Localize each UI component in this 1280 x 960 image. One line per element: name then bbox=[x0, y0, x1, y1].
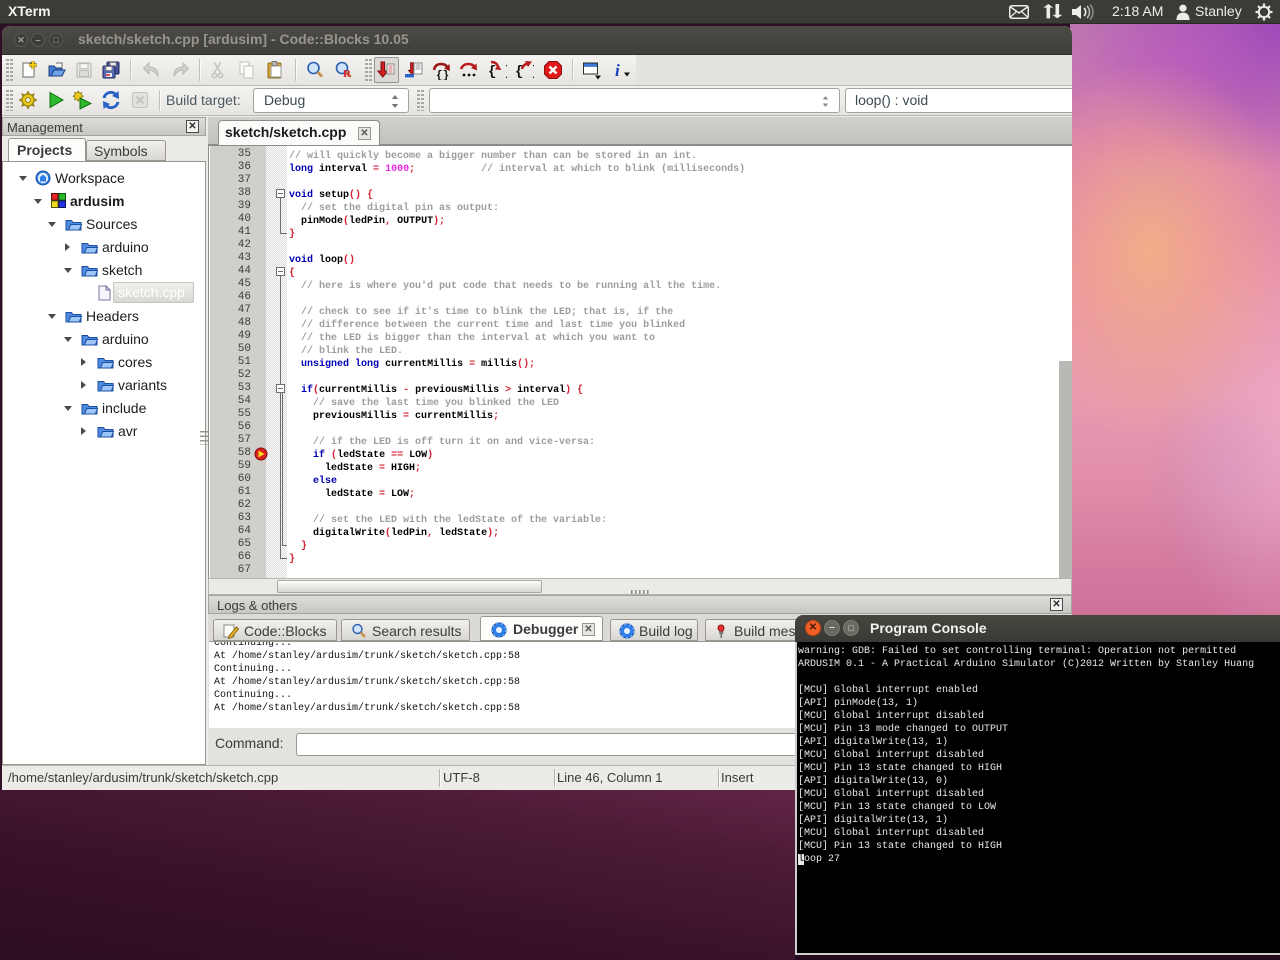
svg-text:R: R bbox=[343, 68, 352, 80]
svg-text:{}: {} bbox=[436, 70, 449, 80]
svg-text:i: i bbox=[615, 61, 620, 80]
